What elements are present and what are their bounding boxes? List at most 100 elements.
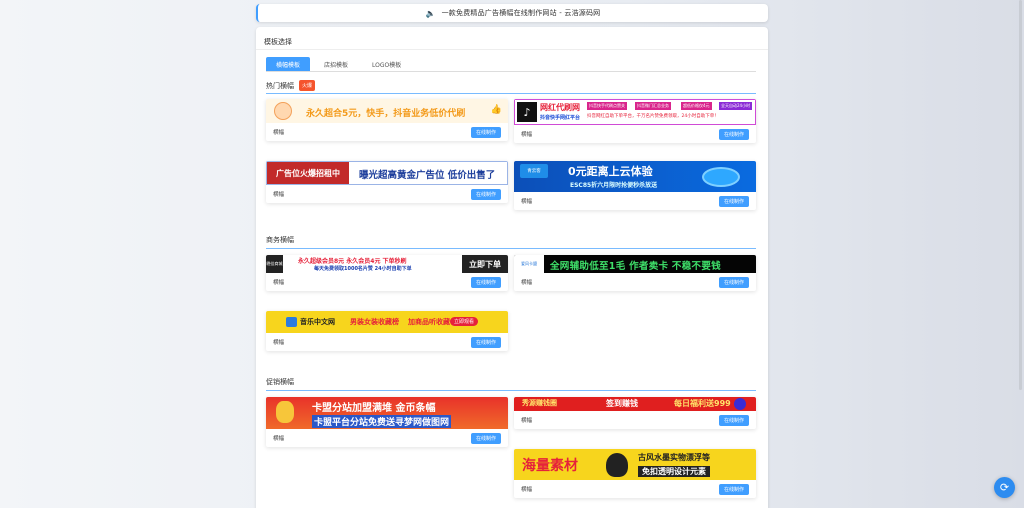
banner-tag: 抖音快手代刷点赞关 (587, 102, 627, 110)
card-label: 横幅 (521, 418, 533, 424)
card-label: 横幅 (521, 487, 533, 493)
banner-text: 全网辅助低至1毛 作者卖卡 不稳不要钱 (550, 261, 721, 272)
banner-image[interactable]: 秀源赚钱圈 签到赚钱 每日福利送999 (514, 397, 756, 411)
hot-badge: 火爆 (299, 80, 316, 91)
banner-image[interactable]: 爱风卡盟 全网辅助低至1毛 作者卖卡 不稳不要钱 (514, 255, 756, 273)
banner-image[interactable]: 海量素材 古风水墨实物漂浮等 免扣透明设计元素 (514, 449, 756, 480)
banner-image[interactable]: 青云客 0元距离上云体验 ESC85折六月限时抢便秒杀放送 (514, 161, 756, 192)
section-title-promo: 促销横幅 (266, 377, 294, 387)
brand-icon (286, 317, 297, 327)
make-online-button[interactable]: 在线制作 (718, 276, 749, 288)
banner-image[interactable]: 卡盟分站加盟满堆 金币条幅 卡盟平台分站免费送寻梦网做图网 (266, 397, 508, 429)
banner-card: 卡盟分站加盟满堆 金币条幅 卡盟平台分站免费送寻梦网做图网 横幅 在线制作 (266, 397, 508, 447)
section-title-text: 商务横幅 (266, 236, 294, 244)
banner-card: 海量素材 古风水墨实物漂浮等 免扣透明设计元素 横幅 在线制作 (514, 449, 756, 498)
banner-logo: 晚佳商城 (266, 255, 283, 273)
banner-card: 秀源赚钱圈 签到赚钱 每日福利送999 横幅 在线制作 (514, 397, 756, 429)
card-label: 横幅 (273, 280, 285, 286)
make-online-button[interactable]: 在线制作 (470, 432, 501, 444)
banner-cta: 立即观看 (450, 317, 479, 326)
card-footer: 横幅 在线制作 (266, 185, 508, 203)
make-online-button[interactable]: 在线制作 (470, 188, 501, 200)
gift-icon (734, 398, 746, 410)
card-footer: 横幅 在线制作 (266, 429, 508, 447)
banner-text: 卡盟平台分站免费送寻梦网做图网 (312, 415, 452, 428)
card-footer: 横幅 在线制作 (266, 333, 508, 351)
banner-image[interactable]: 音乐中文网 男装女装收藏榜 加商品听收藏 立即观看 (266, 311, 508, 333)
banner-brand: 音乐中文网 (300, 318, 335, 326)
card-footer: 横幅 在线制作 (514, 125, 756, 143)
banner-tag: 超低价格仅4元 (681, 102, 712, 110)
banner-title: 海量素材 (522, 458, 578, 474)
make-online-button[interactable]: 在线制作 (718, 483, 749, 495)
section-title-text: 促销横幅 (266, 378, 294, 386)
tiktok-icon: ♪ (517, 102, 537, 122)
banner-tag: 全天自动24小时 (719, 102, 753, 110)
template-tabs: 横幅模板 店招模板 LOGO模板 (266, 57, 756, 72)
card-label: 横幅 (521, 199, 533, 205)
banner-logo: 青云客 (520, 164, 548, 178)
make-online-button[interactable]: 在线制作 (470, 336, 501, 348)
notice-bar: 🔈 一款免费精品广告横幅在线制作网站 - 云浩源码网 (256, 4, 768, 22)
make-online-button[interactable]: 在线制作 (470, 126, 501, 138)
card-label: 横幅 (273, 192, 285, 198)
banner-text: 签到赚钱 (606, 399, 638, 408)
card-footer: 横幅 在线制作 (266, 273, 508, 291)
section-line (266, 248, 756, 249)
section-title-business: 商务横幅 (266, 235, 294, 245)
card-footer: 横幅 在线制作 (514, 411, 756, 429)
make-online-button[interactable]: 在线制作 (470, 276, 501, 288)
banner-card: ♪ 网红代刷网 抖音快手网红平台 抖音快手代刷点赞关 抖音微门汇总业务 超低价格… (514, 99, 756, 143)
section-line (266, 390, 756, 391)
mascot-icon (274, 102, 292, 120)
banner-text: 秀源赚钱圈 (522, 399, 557, 407)
card-label: 横幅 (273, 130, 285, 136)
tab-store-sign[interactable]: 店招模板 (314, 57, 358, 71)
banner-text: 免扣透明设计元素 (638, 466, 710, 477)
make-online-button[interactable]: 在线制作 (718, 414, 749, 426)
banner-title: 0元距离上云体验 (568, 165, 653, 178)
make-online-button[interactable]: 在线制作 (718, 195, 749, 207)
banner-card: 音乐中文网 男装女装收藏榜 加商品听收藏 立即观看 横幅 在线制作 (266, 311, 508, 351)
section-title-hot: 热门横幅 火爆 (266, 80, 316, 91)
divider (256, 49, 768, 50)
card-label: 横幅 (521, 132, 533, 138)
section-title-text: 热门横幅 (266, 81, 294, 90)
card-footer: 横幅 在线制作 (514, 480, 756, 498)
card-footer: 横幅 在线制作 (266, 123, 508, 141)
card-footer: 横幅 在线制作 (514, 192, 756, 210)
banner-title: 网红代刷网 (540, 103, 580, 112)
page-scrollbar[interactable] (1019, 0, 1022, 390)
banner-desc: 抖音网红自助下单平台，千万名片赞免费领取，24小时自助下单！ (587, 114, 719, 119)
card-label: 横幅 (273, 436, 285, 442)
banner-tag: 广告位火爆招租中 (267, 162, 349, 184)
refresh-icon[interactable]: ⟳ (994, 477, 1015, 498)
banner-subtitle: 抖音快手网红平台 (540, 115, 581, 121)
banner-image[interactable]: 晚佳商城 永久超级会员8元 永久会员4元 下单秒刷 每天免费领取1000名片赞 … (266, 255, 508, 273)
banner-card: 广告位火爆招租中 曝光超高黄金广告位 低价出售了 横幅 在线制作 (266, 161, 508, 203)
banner-image[interactable]: 广告位火爆招租中 曝光超高黄金广告位 低价出售了 (266, 161, 508, 185)
banner-text: 永久超级会员8元 永久会员4元 下单秒刷 (298, 258, 407, 265)
banner-text: 每日福利送999 (674, 399, 731, 408)
card-label: 横幅 (273, 340, 285, 346)
thumb-icon: 👍 (490, 105, 502, 115)
panel-title: 模板选择 (264, 38, 292, 46)
card-label: 横幅 (521, 280, 533, 286)
banner-text: 曝光超高黄金广告位 低价出售了 (359, 170, 496, 181)
tab-banner[interactable]: 横幅模板 (266, 57, 311, 71)
banner-image[interactable]: 永久超合5元，快手，抖音业务低价代刷 👍 (266, 99, 508, 123)
banner-tag: 抖音微门汇总业务 (635, 102, 671, 110)
banner-text: 每天免费领取1000名片赞 24小时自助下单 (314, 266, 412, 272)
banner-cta: 立即下单 (462, 255, 508, 273)
banner-subtitle: ESC85折六月限时抢便秒杀放送 (570, 182, 658, 189)
banner-image[interactable]: ♪ 网红代刷网 抖音快手网红平台 抖音快手代刷点赞关 抖音微门汇总业务 超低价格… (514, 99, 756, 125)
make-online-button[interactable]: 在线制作 (718, 128, 749, 140)
banner-text: 男装女装收藏榜 (350, 318, 399, 326)
banner-card: 晚佳商城 永久超级会员8元 永久会员4元 下单秒刷 每天免费领取1000名片赞 … (266, 255, 508, 291)
template-panel: 模板选择 横幅模板 店招模板 LOGO模板 热门横幅 火爆 永久超合5元，快手，… (256, 27, 768, 508)
speaker-icon: 🔈 (425, 8, 436, 18)
banner-text: 古风水墨实物漂浮等 (638, 453, 710, 462)
banner-logo: 爱风卡盟 (514, 255, 544, 273)
banner-text: 加商品听收藏 (408, 318, 450, 326)
tab-logo[interactable]: LOGO模板 (362, 57, 411, 71)
